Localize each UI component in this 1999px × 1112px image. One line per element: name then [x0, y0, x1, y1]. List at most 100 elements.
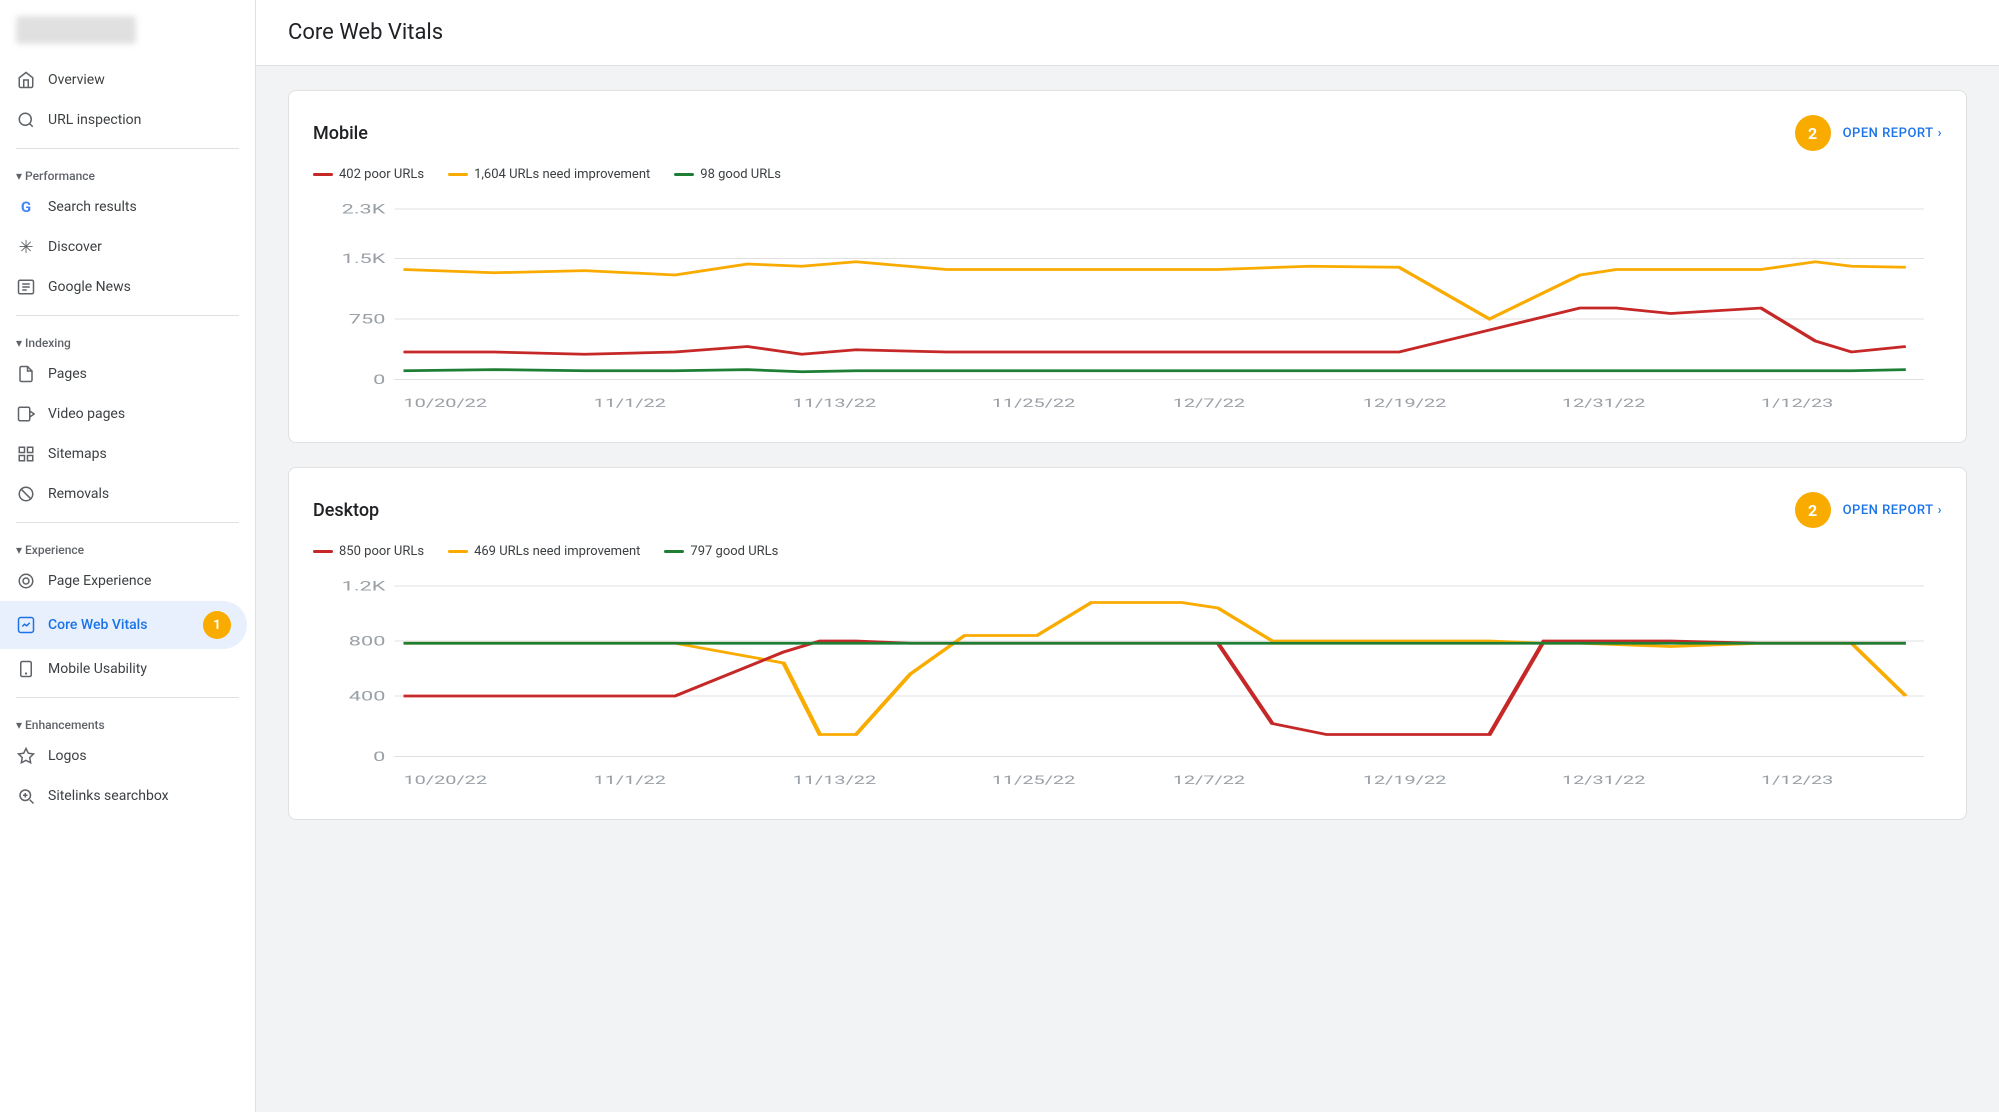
sidebar-item-label: Overview [48, 72, 105, 88]
sidebar-item-discover[interactable]: ✳ Discover [0, 227, 247, 267]
svg-text:11/1/22: 11/1/22 [594, 774, 666, 788]
svg-text:2.3K: 2.3K [342, 202, 387, 217]
divider-1 [16, 148, 239, 149]
logo [16, 16, 136, 44]
svg-text:0: 0 [373, 372, 385, 387]
sidebar-item-core-web-vitals[interactable]: Core Web Vitals 1 [0, 601, 247, 649]
logos-icon [16, 746, 36, 766]
desktop-card-header: Desktop 2 OPEN REPORT › [313, 492, 1942, 528]
svg-text:12/7/22: 12/7/22 [1173, 397, 1245, 411]
sidebar-item-sitelinks-searchbox[interactable]: Sitelinks searchbox [0, 776, 247, 816]
sidebar-item-label: Pages [48, 366, 87, 382]
svg-text:10/20/22: 10/20/22 [404, 397, 488, 411]
mobile-chart: 2.3K 1.5K 750 0 10/20/22 11/1/22 11/13/2… [313, 198, 1942, 418]
svg-text:1/12/23: 1/12/23 [1761, 774, 1833, 788]
svg-text:12/31/22: 12/31/22 [1562, 397, 1646, 411]
svg-text:750: 750 [349, 312, 386, 327]
svg-text:1/12/23: 1/12/23 [1761, 397, 1833, 411]
desktop-legend-improvement: 469 URLs need improvement [448, 544, 640, 559]
sidebar-item-url-inspection[interactable]: URL inspection [0, 100, 247, 140]
mobile-badge: 2 [1795, 115, 1831, 151]
page-title: Core Web Vitals [288, 20, 1967, 45]
sidebar-item-pages[interactable]: Pages [0, 354, 247, 394]
page-header: Core Web Vitals [256, 0, 1999, 66]
sidebar: Overview URL inspection ▾ Performance G … [0, 0, 256, 1112]
mobile-card: Mobile 2 OPEN REPORT › 402 poor URLs [288, 90, 1967, 443]
removals-icon [16, 484, 36, 504]
sidebar-item-label: Search results [48, 199, 137, 215]
sidebar-item-label: Mobile Usability [48, 661, 147, 677]
sidebar-item-label: Core Web Vitals [48, 617, 147, 633]
sidebar-item-label: Logos [48, 748, 87, 764]
poor-line [313, 550, 333, 553]
cwv-icon [16, 615, 36, 635]
mobile-open-report-button[interactable]: OPEN REPORT › [1843, 126, 1942, 141]
home-icon [16, 70, 36, 90]
cards-container: Mobile 2 OPEN REPORT › 402 poor URLs [256, 66, 1999, 844]
mobile-icon [16, 659, 36, 679]
logo-area [0, 0, 255, 52]
svg-text:400: 400 [349, 689, 386, 704]
video-icon [16, 404, 36, 424]
svg-text:1.5K: 1.5K [342, 251, 387, 266]
svg-text:0: 0 [373, 749, 385, 764]
experience-icon [16, 571, 36, 591]
svg-text:11/1/22: 11/1/22 [594, 397, 666, 411]
main-content: Core Web Vitals Mobile 2 OPEN REPORT › 4… [256, 0, 1999, 1112]
desktop-open-report-button[interactable]: OPEN REPORT › [1843, 503, 1942, 518]
chevron-right-icon: › [1938, 126, 1942, 141]
desktop-badge: 2 [1795, 492, 1831, 528]
asterisk-icon: ✳ [16, 237, 36, 257]
sidebar-item-google-news[interactable]: Google News [0, 267, 247, 307]
section-label-performance: ▾ Performance [0, 157, 255, 187]
search-icon [16, 110, 36, 130]
sitemaps-icon [16, 444, 36, 464]
sidebar-item-label: Removals [48, 486, 109, 502]
cwv-badge: 1 [203, 611, 231, 639]
section-label-experience: ▾ Experience [0, 531, 255, 561]
sidebar-item-search-results[interactable]: G Search results [0, 187, 247, 227]
desktop-chart: 1.2K 800 400 0 10/20/22 11/1/22 [313, 575, 1942, 795]
divider-2 [16, 315, 239, 316]
desktop-legend-poor: 850 poor URLs [313, 544, 424, 559]
divider-4 [16, 697, 239, 698]
sidebar-item-label: Discover [48, 239, 102, 255]
mobile-legend-poor: 402 poor URLs [313, 167, 424, 182]
sidebar-item-overview[interactable]: Overview [0, 60, 247, 100]
sidebar-item-removals[interactable]: Removals [0, 474, 247, 514]
svg-text:12/31/22: 12/31/22 [1562, 774, 1646, 788]
desktop-card-title: Desktop [313, 500, 379, 521]
desktop-card: Desktop 2 OPEN REPORT › 850 poor URLs [288, 467, 1967, 820]
sidebar-item-label: Video pages [48, 406, 125, 422]
svg-text:11/13/22: 11/13/22 [793, 774, 877, 788]
sidebar-item-video-pages[interactable]: Video pages [0, 394, 247, 434]
svg-text:11/13/22: 11/13/22 [793, 397, 877, 411]
svg-text:12/7/22: 12/7/22 [1173, 774, 1245, 788]
sidebar-item-label: Sitelinks searchbox [48, 788, 169, 804]
svg-text:12/19/22: 12/19/22 [1363, 774, 1447, 788]
desktop-card-actions: 2 OPEN REPORT › [1795, 492, 1942, 528]
good-line [664, 550, 684, 553]
sitelinks-icon [16, 786, 36, 806]
pages-icon [16, 364, 36, 384]
svg-text:11/25/22: 11/25/22 [992, 774, 1076, 788]
sidebar-item-sitemaps[interactable]: Sitemaps [0, 434, 247, 474]
good-line [674, 173, 694, 176]
poor-line [313, 173, 333, 176]
sidebar-item-label: URL inspection [48, 112, 141, 128]
sidebar-item-label: Sitemaps [48, 446, 107, 462]
section-label-indexing: ▾ Indexing [0, 324, 255, 354]
svg-text:10/20/22: 10/20/22 [404, 774, 488, 788]
sidebar-item-logos[interactable]: Logos [0, 736, 247, 776]
mobile-card-actions: 2 OPEN REPORT › [1795, 115, 1942, 151]
mobile-card-title: Mobile [313, 123, 368, 144]
sidebar-item-page-experience[interactable]: Page Experience [0, 561, 247, 601]
sidebar-item-mobile-usability[interactable]: Mobile Usability [0, 649, 247, 689]
desktop-chart-svg: 1.2K 800 400 0 10/20/22 11/1/22 [313, 575, 1942, 795]
chevron-right-icon: › [1938, 503, 1942, 518]
svg-text:800: 800 [349, 634, 386, 649]
sidebar-item-label: Page Experience [48, 573, 151, 589]
desktop-legend: 850 poor URLs 469 URLs need improvement … [313, 544, 1942, 559]
news-icon [16, 277, 36, 297]
improvement-line [448, 550, 468, 553]
